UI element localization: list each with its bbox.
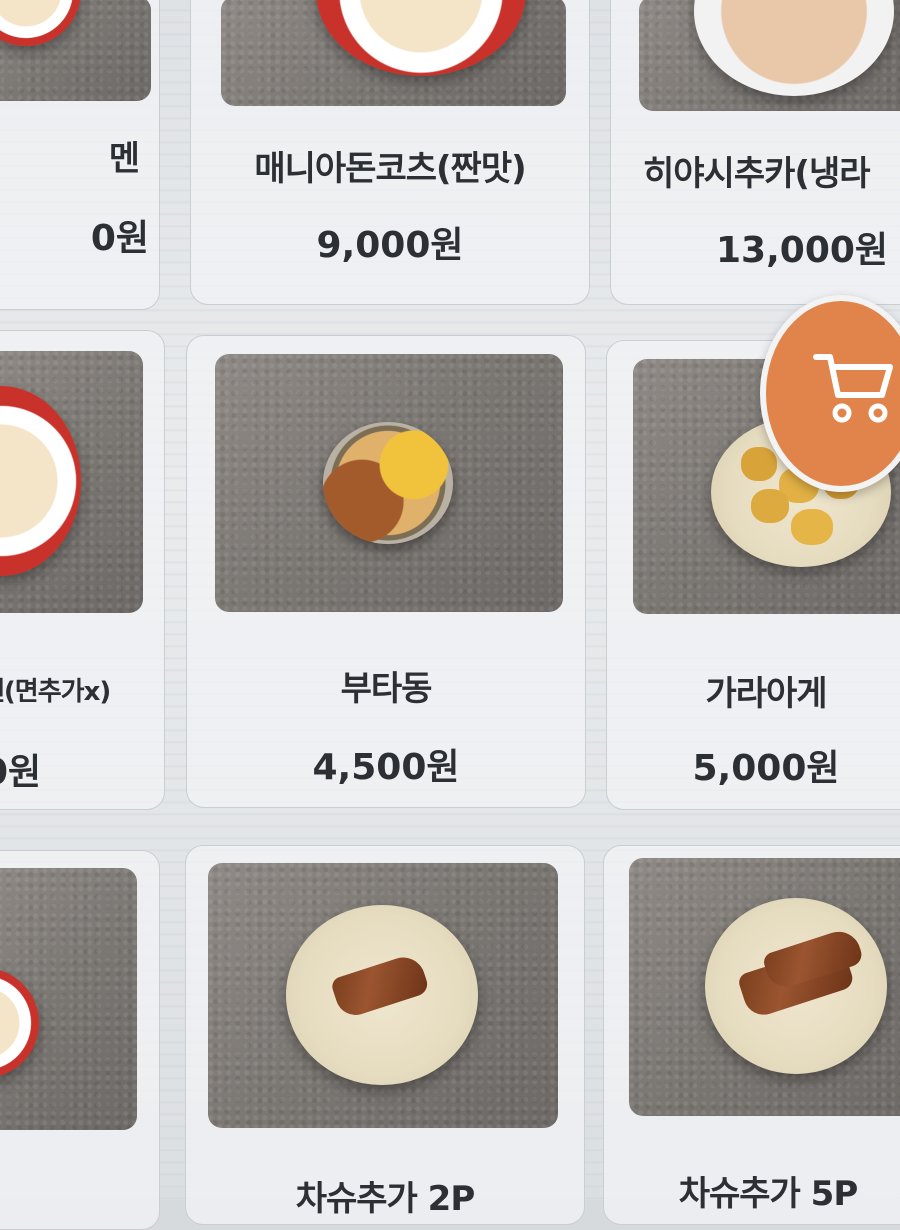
menu-item-name: 멘 — [108, 139, 140, 179]
menu-card[interactable]: 히야시추카(냉라 13,000원 — [610, 0, 900, 305]
menu-photo — [0, 351, 143, 613]
menu-photo — [639, 0, 900, 111]
chashu-plate-image — [286, 905, 478, 1085]
menu-item-name: 차슈추가 2P — [295, 1179, 476, 1219]
menu-item-name: 부타동 — [340, 669, 433, 709]
menu-card[interactable]: 매니아돈코츠(짠맛) 9,000원 — [190, 0, 590, 305]
ramen-bowl-image — [316, 0, 526, 76]
menu-item-name: 멘(면추가x) — [0, 677, 111, 707]
menu-photo — [221, 0, 566, 106]
chashu-plate-image — [705, 898, 887, 1074]
menu-item-price: 13,000원 — [716, 230, 889, 271]
menu-item-name: 가라아게 — [705, 674, 827, 714]
ramen-bowl-image — [0, 386, 81, 576]
menu-item-price: 5,000원 — [692, 748, 840, 789]
chashu-slice-image — [329, 951, 431, 1021]
menu-photo — [215, 354, 563, 612]
menu-item-name: 히야시추카(냉라 — [643, 154, 871, 194]
menu-card[interactable]: 차슈추가 2P — [185, 845, 585, 1225]
menu-card[interactable]: 부타동 4,500원 — [186, 335, 586, 808]
ramen-bowl-image — [0, 968, 39, 1078]
kiosk-screen: 멘 0원 매니아돈코츠(짠맛) 9,000원 히야시추카(냉라 13,000원 … — [0, 0, 900, 1230]
menu-photo — [0, 868, 137, 1130]
menu-item-price: 4,500원 — [312, 747, 460, 788]
menu-item-price: 9,000원 — [316, 225, 464, 266]
hiyashi-chuka-bowl-image — [694, 0, 894, 96]
menu-card[interactable]: 멘(면추가x) 0원 — [0, 330, 165, 810]
ramen-bowl-image — [0, 0, 81, 46]
cart-icon — [813, 354, 893, 423]
butadon-bowl-image — [323, 422, 453, 544]
menu-photo — [629, 858, 900, 1116]
menu-card[interactable]: 차슈추가 5P — [603, 845, 900, 1225]
menu-item-name: 차슈추가 5P — [678, 1174, 859, 1214]
menu-photo — [208, 863, 558, 1128]
menu-photo — [0, 0, 151, 101]
menu-item-name: 매니아돈코츠(짠맛) — [254, 149, 526, 189]
menu-item-price: 0원 — [90, 218, 149, 259]
menu-card[interactable] — [0, 850, 160, 1230]
menu-card[interactable]: 멘 0원 — [0, 0, 160, 310]
menu-item-price: 0원 — [0, 752, 42, 793]
